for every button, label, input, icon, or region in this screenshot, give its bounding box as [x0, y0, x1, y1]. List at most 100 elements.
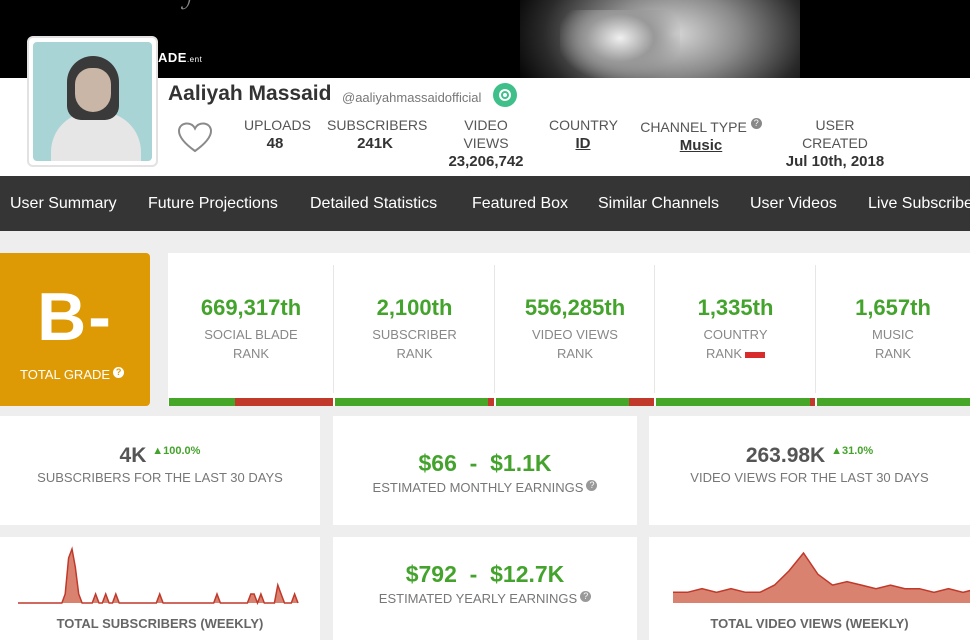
stat-value: 48: [266, 135, 284, 152]
heart-icon[interactable]: [177, 122, 213, 154]
rank-label: COUNTRY: [703, 327, 768, 342]
rank-bar-red: [234, 398, 333, 406]
change-badge: ▲31.0%: [831, 445, 874, 457]
card-value: 263.98K ▲31.0%: [649, 444, 970, 468]
rank-label-text: RANK: [705, 346, 743, 361]
rank-bar: [169, 398, 333, 406]
subs30-value: 4K: [119, 444, 147, 467]
card-subscribers-30-days: 4K ▲100.0% SUBSCRIBERS FOR THE LAST 30 D…: [0, 416, 320, 525]
avatar: [33, 42, 152, 161]
card-subscribers-weekly: TOTAL SUBSCRIBERS (WEEKLY): [0, 537, 320, 640]
rank-label: RANK: [232, 346, 270, 361]
channel-handle: @aaliyahmassaidofficial: [342, 90, 482, 105]
channel-name: Aaliyah Massaid: [168, 82, 332, 105]
card-label: TOTAL SUBSCRIBERS (WEEKLY): [56, 616, 264, 631]
tab-live-subscriber-count[interactable]: Live Subscriber Count: [868, 176, 970, 231]
channel-type-link[interactable]: Music: [636, 136, 766, 156]
card-monthly-earnings: $66 - $1.1K ESTIMATED MONTHLY EARNINGS?: [333, 416, 637, 525]
verified-icon[interactable]: [493, 83, 517, 107]
total-grade-box: B- TOTAL GRADE?: [0, 253, 150, 406]
grade-letter: B-: [37, 279, 113, 355]
card-value: 4K ▲100.0%: [0, 444, 320, 468]
rank-bar: [656, 398, 815, 406]
flag-icon: [745, 351, 766, 358]
tab-featured-box[interactable]: Featured Box: [472, 176, 568, 231]
rank-label: SUBSCRIBER: [372, 327, 457, 342]
stat-value: 241K: [357, 135, 393, 152]
tab-user-videos[interactable]: User Videos: [750, 176, 837, 231]
rank-bar: [496, 398, 654, 406]
stat-uploads: UPLOADS 48: [244, 116, 311, 154]
stat-value: 23,206,742: [448, 153, 524, 170]
rank-label: RANK: [655, 346, 816, 361]
stat-video-views: VIDEO VIEWS 23,206,742: [440, 116, 532, 172]
views-weekly-area: [673, 553, 970, 603]
avatar-frame: [27, 36, 158, 167]
earnings-low: $66: [418, 450, 457, 476]
rank-music: 1,657th MUSIC RANK: [816, 253, 970, 406]
grade-label: TOTAL GRADE?: [20, 367, 125, 382]
card-label: SUBSCRIBERS FOR THE LAST 30 DAYS: [37, 470, 283, 485]
rank-panel: 669,317th SOCIAL BLADE RANK 2,100th SUBS…: [168, 253, 970, 406]
rank-label: SOCIAL BLADE: [204, 327, 298, 342]
stat-subscribers: SUBSCRIBERS 241K: [327, 116, 428, 154]
country-link[interactable]: ID: [549, 134, 617, 154]
rank-value: 669,317th: [200, 295, 302, 320]
stat-channel-type: CHANNEL TYPE? Music: [636, 116, 766, 156]
rank-value: 1,657th: [855, 295, 931, 320]
card-label: TOTAL VIDEO VIEWS (WEEKLY): [710, 616, 909, 631]
card-views-30-days: 263.98K ▲31.0% VIDEO VIEWS FOR THE LAST …: [649, 416, 970, 525]
stat-label: COUNTRY: [549, 117, 618, 133]
rank-bar-red: [628, 398, 654, 406]
rank-label: RANK: [556, 346, 594, 361]
card-label: ESTIMATED MONTHLY EARNINGS?: [333, 480, 637, 495]
tab-user-summary[interactable]: User Summary: [10, 176, 117, 231]
card-label: ESTIMATED YEARLY EARNINGS?: [333, 591, 637, 606]
rank-value: 2,100th: [376, 295, 453, 320]
rank-bar-green: [496, 398, 629, 406]
banner-decoration: ℐ: [180, 0, 191, 15]
rank-bar-green: [335, 398, 488, 406]
rank-label: RANK: [396, 346, 433, 361]
help-icon[interactable]: ?: [750, 118, 762, 129]
rank-label: RANK: [874, 346, 912, 361]
rank-label: MUSIC: [872, 327, 914, 342]
earnings-low: $792: [405, 561, 457, 587]
card-value: $792 - $12.7K: [405, 561, 565, 587]
help-icon[interactable]: ?: [580, 591, 592, 602]
tab-detailed-statistics[interactable]: Detailed Statistics: [310, 176, 437, 231]
stat-value: Jul 10th, 2018: [785, 153, 885, 170]
card-value: $66 - $1.1K: [418, 450, 552, 476]
help-icon[interactable]: ?: [113, 367, 125, 378]
views30-value: 263.98K: [745, 444, 826, 467]
card-yearly-earnings: $792 - $12.7K ESTIMATED YEARLY EARNINGS?: [333, 537, 637, 640]
card-label: VIDEO VIEWS FOR THE LAST 30 DAYS: [690, 470, 929, 485]
rank-bar-red: [810, 398, 815, 406]
rank-bar: [335, 398, 494, 406]
stat-label: CHANNEL TYPE?: [636, 116, 766, 136]
rank-bar: [817, 398, 970, 406]
stat-label: VIDEO VIEWS: [463, 117, 509, 151]
rank-subscriber: 2,100th SUBSCRIBER RANK: [334, 253, 495, 406]
subscribers-weekly-area: [18, 549, 298, 603]
rank-country: 1,335th COUNTRY RANK: [655, 253, 816, 406]
help-icon[interactable]: ?: [586, 480, 598, 491]
stat-label: USER CREATED: [802, 117, 868, 151]
stat-label: SUBSCRIBERS: [327, 117, 428, 133]
channel-type-label: CHANNEL TYPE: [640, 119, 747, 135]
rank-video-views: 556,285th VIDEO VIEWS RANK: [495, 253, 655, 406]
banner-logo: ADE.ent: [158, 50, 203, 65]
rank-label: VIDEO VIEWS: [532, 327, 618, 342]
subscribers-weekly-line: [18, 546, 299, 606]
grade-label-text: TOTAL GRADE: [20, 367, 111, 382]
rank-value: 1,335th: [697, 295, 774, 320]
tab-similar-channels[interactable]: Similar Channels: [598, 176, 719, 231]
rank-value: 556,285th: [524, 295, 626, 320]
change-badge: ▲100.0%: [152, 445, 201, 457]
rank-bar-green: [817, 398, 970, 406]
nav-bar: User Summary Future Projections Detailed…: [0, 176, 970, 231]
rank-bar-green: [656, 398, 811, 406]
tab-future-projections[interactable]: Future Projections: [148, 176, 278, 231]
banner-photo-highlight: [560, 10, 680, 78]
rank-social-blade: 669,317th SOCIAL BLADE RANK: [168, 253, 334, 406]
